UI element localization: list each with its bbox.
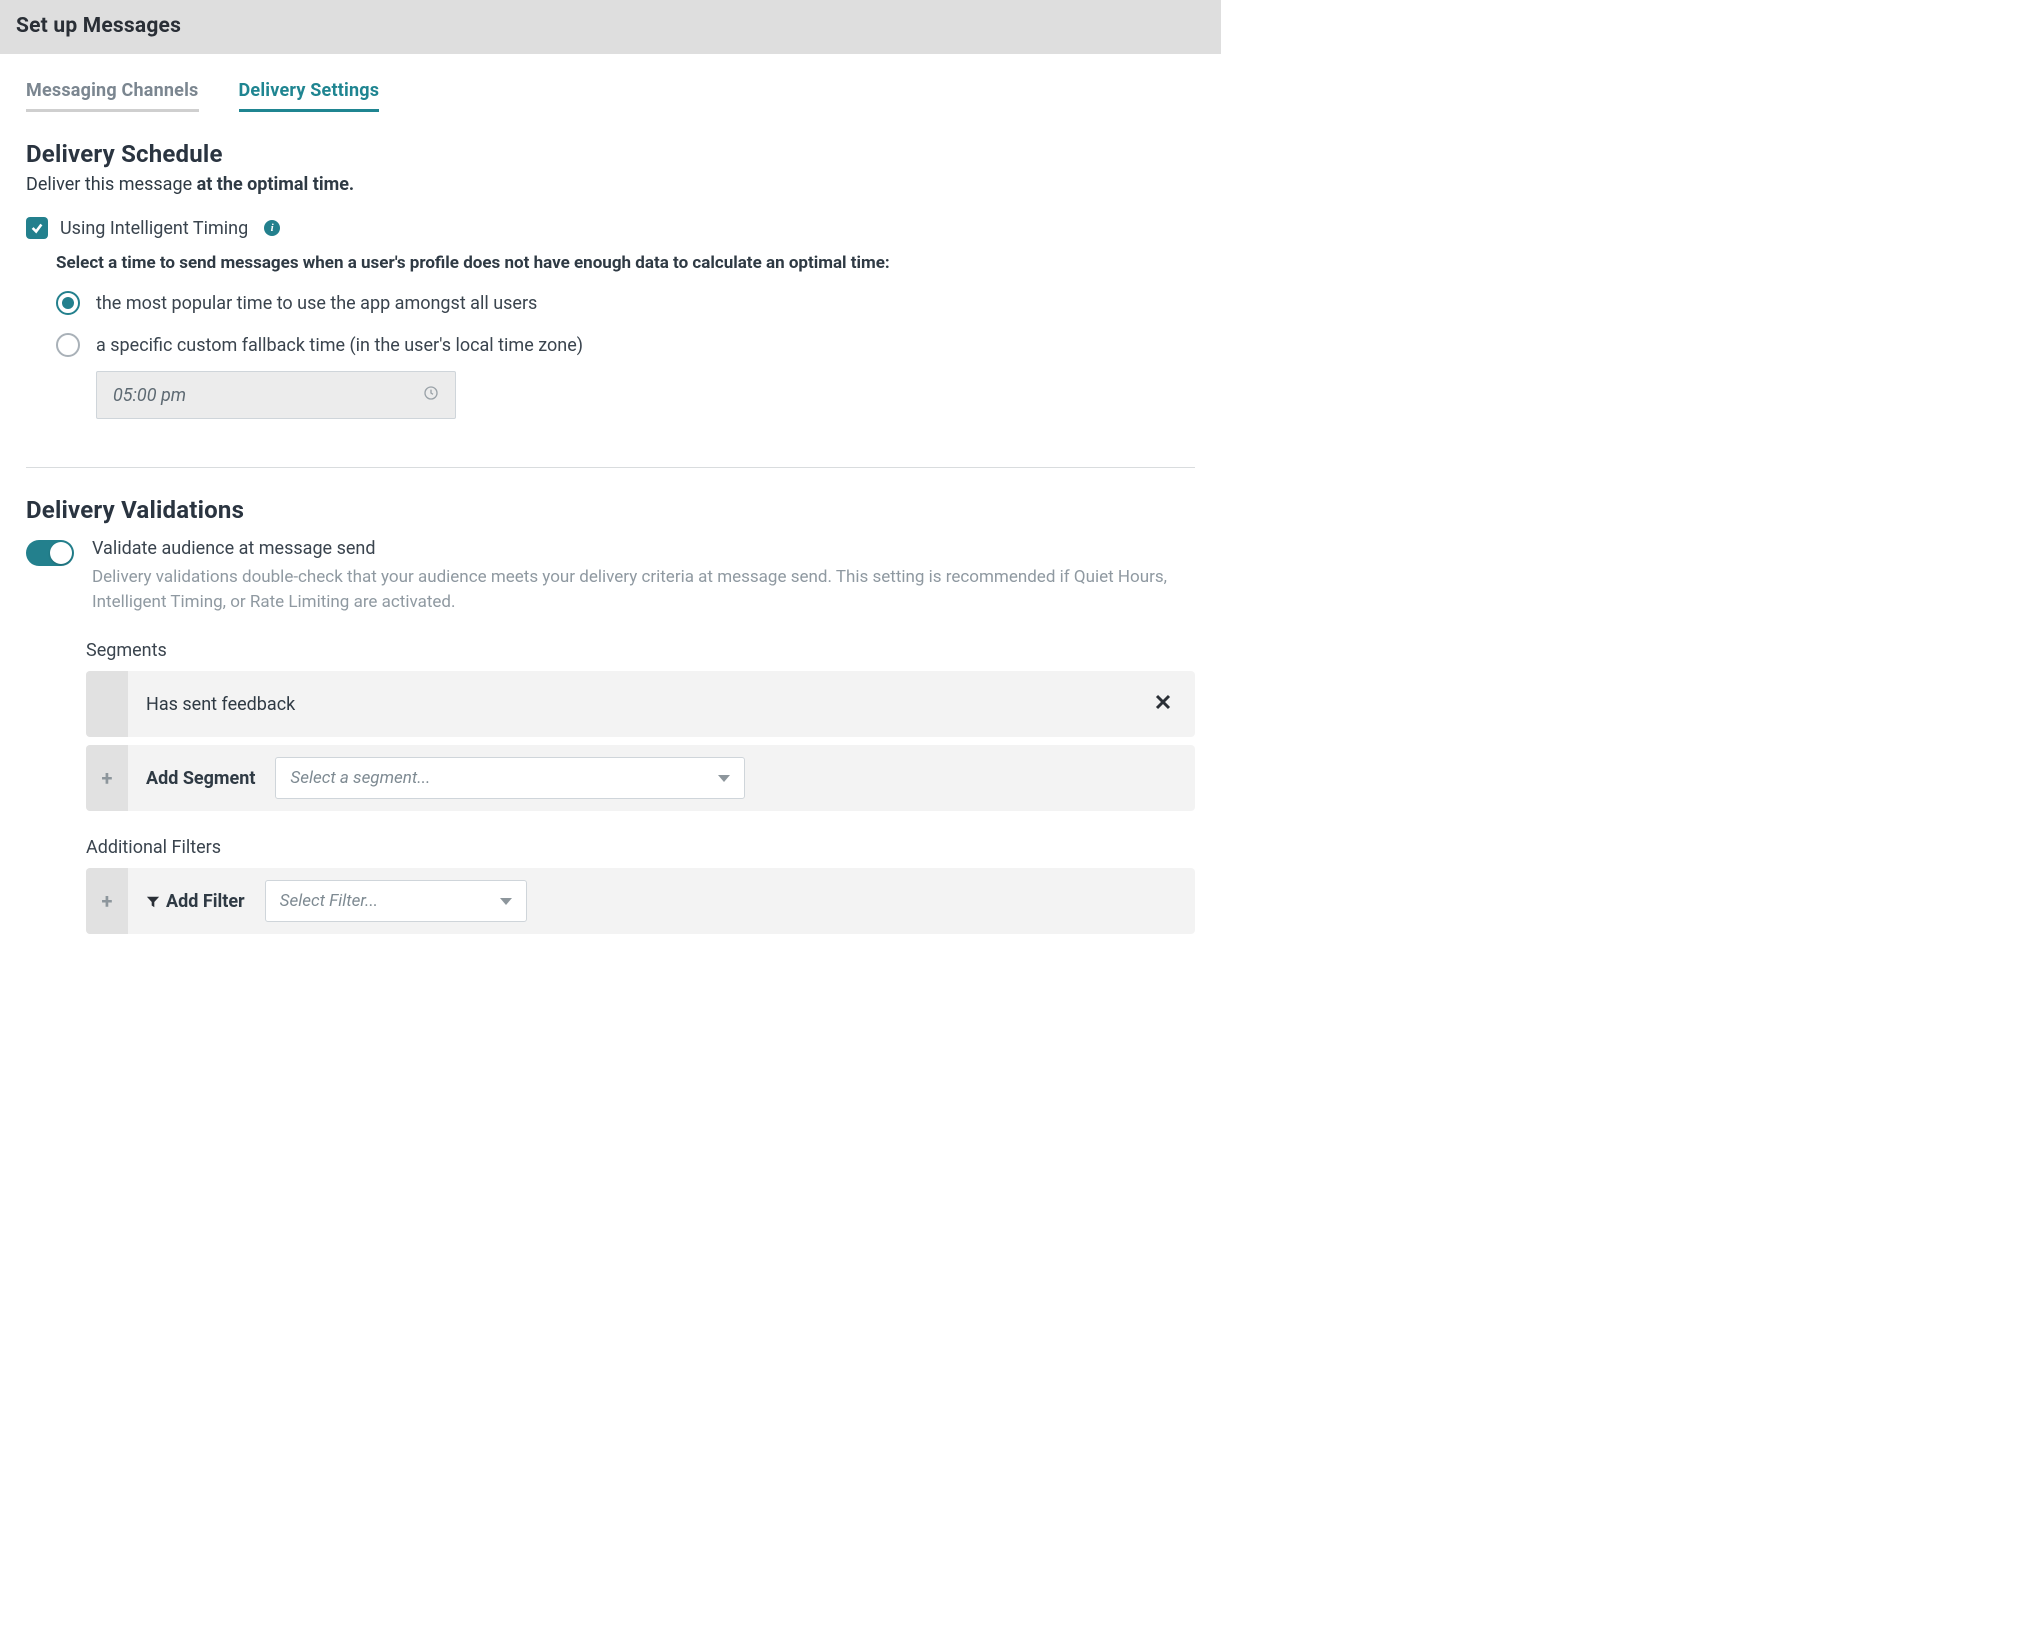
chevron-down-icon <box>500 898 512 905</box>
fallback-time-input[interactable]: 05:00 pm <box>96 371 456 419</box>
delivery-validations-heading: Delivery Validations <box>26 496 1195 524</box>
add-filter-button[interactable]: + <box>86 868 128 934</box>
add-segment-label: Add Segment <box>146 768 255 789</box>
segment-select-placeholder: Select a segment... <box>290 768 430 788</box>
validate-audience-description: Delivery validations double-check that y… <box>92 565 1195 614</box>
funnel-icon <box>146 895 160 909</box>
add-segment-row: + Add Segment Select a segment... <box>86 745 1195 811</box>
tabs: Messaging Channels Delivery Settings <box>26 54 1195 112</box>
divider <box>26 467 1195 468</box>
validate-audience-label: Validate audience at message send <box>92 538 1195 559</box>
filters-heading: Additional Filters <box>86 837 1195 858</box>
fallback-time-value: 05:00 pm <box>113 385 186 406</box>
intelligent-timing-label: Using Intelligent Timing <box>60 218 248 239</box>
remove-segment-button[interactable] <box>1149 688 1177 721</box>
delivery-schedule-subline: Deliver this message at the optimal time… <box>26 174 1195 195</box>
subline-prefix: Deliver this message <box>26 174 197 195</box>
intelligent-timing-checkbox[interactable] <box>26 217 48 239</box>
chevron-down-icon <box>718 775 730 782</box>
validate-audience-toggle[interactable] <box>26 540 74 566</box>
info-icon[interactable]: i <box>264 220 280 236</box>
radio-popular-label: the most popular time to use the app amo… <box>96 293 537 314</box>
page-title: Set up Messages <box>16 14 1205 38</box>
check-icon <box>30 221 44 235</box>
segment-row: Has sent feedback <box>86 671 1195 737</box>
delivery-schedule-heading: Delivery Schedule <box>26 140 1195 168</box>
add-filter-label: Add Filter <box>146 891 245 912</box>
tab-messaging-channels[interactable]: Messaging Channels <box>26 80 199 112</box>
tab-delivery-settings[interactable]: Delivery Settings <box>239 80 380 112</box>
segment-select[interactable]: Select a segment... <box>275 757 745 799</box>
close-icon <box>1155 694 1171 710</box>
radio-popular-time[interactable] <box>56 291 80 315</box>
clock-icon <box>423 385 439 406</box>
filter-select[interactable]: Select Filter... <box>265 880 527 922</box>
segment-handle <box>86 671 128 737</box>
subline-bold: at the optimal time. <box>197 174 355 195</box>
filter-select-placeholder: Select Filter... <box>280 891 378 911</box>
add-filter-row: + Add Filter Select Filter... <box>86 868 1195 934</box>
fallback-prompt: Select a time to send messages when a us… <box>56 253 1195 273</box>
add-filter-text: Add Filter <box>166 891 245 912</box>
page-header: Set up Messages <box>0 0 1221 54</box>
segment-name: Has sent feedback <box>146 694 295 715</box>
segments-heading: Segments <box>86 640 1195 661</box>
radio-custom-label: a specific custom fallback time (in the … <box>96 335 583 356</box>
add-segment-button[interactable]: + <box>86 745 128 811</box>
radio-custom-time[interactable] <box>56 333 80 357</box>
